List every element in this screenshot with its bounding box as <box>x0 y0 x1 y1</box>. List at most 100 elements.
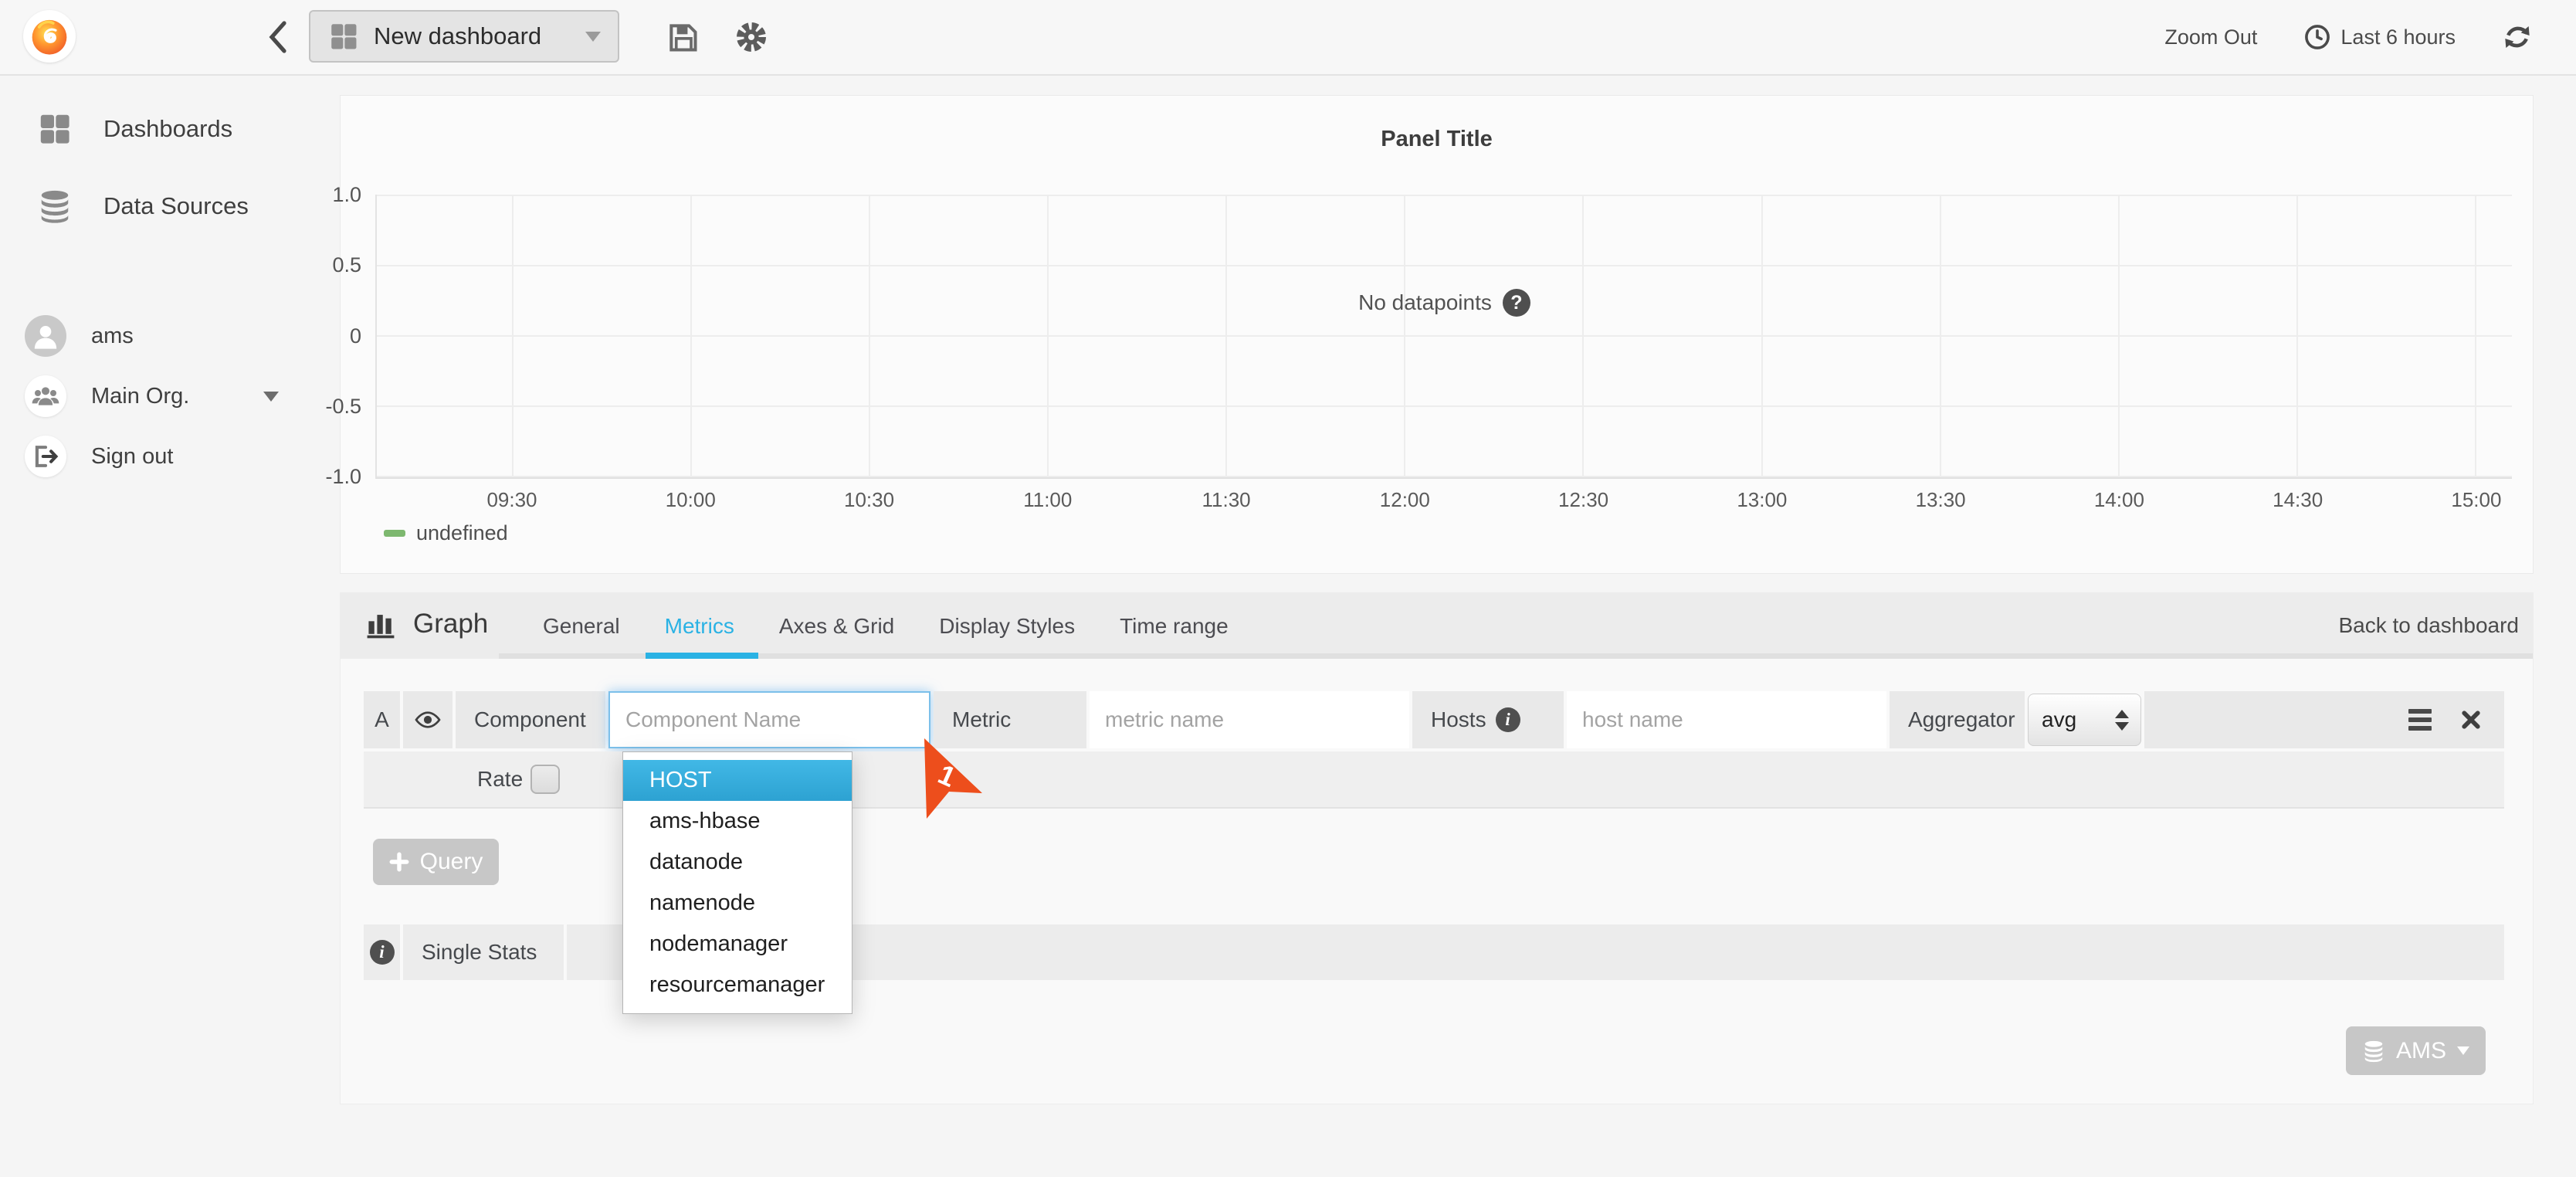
add-query-label: Query <box>420 849 483 875</box>
time-range-label: Last 6 hours <box>2340 25 2456 49</box>
gear-icon <box>734 19 769 55</box>
datasource-label: AMS <box>2396 1038 2446 1064</box>
user-icon <box>30 321 61 351</box>
database-icon <box>2362 1040 2385 1063</box>
org-label: Main Org. <box>91 384 189 409</box>
legend-color-dash <box>384 530 405 537</box>
aggregator-label: Aggregator <box>1890 691 2025 748</box>
sidebar-item-label: Data Sources <box>103 192 249 220</box>
users-icon <box>30 381 61 412</box>
query-row-actions <box>2144 691 2504 748</box>
dropdown-option-namenode[interactable]: namenode <box>623 883 852 924</box>
floppy-icon <box>666 20 700 54</box>
dropdown-option-ams-hbase[interactable]: ams-hbase <box>623 801 852 842</box>
back-chevron-icon[interactable] <box>264 19 290 56</box>
plot-area: 1.0 0.5 0 -0.5 -1.0 09:30 10:00 10:30 11… <box>375 195 2512 479</box>
host-name-input[interactable] <box>1567 691 1886 748</box>
grid-icon <box>327 20 360 53</box>
tab-axes-grid[interactable]: Axes & Grid <box>779 614 894 639</box>
graph-panel: Panel Title 1.0 0.5 0 -0.5 -1.0 09:30 10… <box>340 95 2534 574</box>
avatar <box>25 315 66 357</box>
legend-item[interactable]: undefined <box>384 521 508 545</box>
refresh-button[interactable] <box>2502 22 2533 53</box>
rate-label: Rate <box>477 751 523 807</box>
annotation-arrow-marker: 1 <box>916 732 990 823</box>
hosts-label-cell: Hosts i <box>1412 691 1564 748</box>
sidebar-item-dashboards[interactable]: Dashboards <box>37 111 232 147</box>
dropdown-option-datanode[interactable]: datanode <box>623 842 852 883</box>
tab-time-range[interactable]: Time range <box>1120 614 1229 639</box>
sidebar-item-label: Dashboards <box>103 115 232 143</box>
tab-display-styles[interactable]: Display Styles <box>939 614 1075 639</box>
sign-out-circle <box>25 436 66 477</box>
add-query-button[interactable]: Query <box>373 839 499 885</box>
dashboard-title-button[interactable]: New dashboard <box>309 10 619 63</box>
top-header: New dashboard Zoom Out <box>0 0 2576 76</box>
tab-metrics[interactable]: Metrics <box>665 614 734 639</box>
info-icon: i <box>370 940 395 965</box>
component-label: Component <box>456 691 605 748</box>
question-icon: ? <box>1503 289 1530 317</box>
grafana-flame-icon <box>27 14 72 59</box>
active-tab-underline <box>646 653 758 659</box>
panel-type-header: Graph <box>364 607 488 641</box>
editor-tabs: General Metrics Axes & Grid Display Styl… <box>543 593 1229 659</box>
refresh-icon <box>2502 22 2533 53</box>
hosts-label: Hosts <box>1431 707 1486 732</box>
query-row: A Component Metric Hosts i Aggregator av… <box>364 691 2504 748</box>
sidebar-item-data-sources[interactable]: Data Sources <box>37 188 249 224</box>
sidebar-org-switcher[interactable]: Main Org. <box>25 375 279 417</box>
save-button[interactable] <box>666 20 700 54</box>
back-to-dashboard-link[interactable]: Back to dashboard <box>2339 613 2520 638</box>
sidebar-user[interactable]: ams <box>25 315 134 357</box>
editor-tabstrip: Graph General Metrics Axes & Grid Displa… <box>341 593 2533 659</box>
tab-general[interactable]: General <box>543 614 620 639</box>
clock-icon <box>2303 23 2331 51</box>
dropdown-option-resourcemanager[interactable]: resourcemanager <box>623 965 852 1006</box>
single-stats-label: Single Stats <box>403 924 564 980</box>
dashboard-title: New dashboard <box>374 22 541 50</box>
bar-chart-icon <box>364 607 398 641</box>
eye-icon <box>414 706 442 734</box>
single-stats-filler <box>567 924 2504 980</box>
grafana-logo[interactable] <box>23 10 76 63</box>
sign-out-label: Sign out <box>91 444 173 470</box>
sidebar-sign-out[interactable]: Sign out <box>25 436 173 477</box>
select-stepper-icon <box>2115 710 2129 731</box>
aggregator-value: avg <box>2042 707 2076 732</box>
remove-query-icon[interactable] <box>2459 708 2483 731</box>
panel-type-label: Graph <box>413 609 488 639</box>
vertical-gridlines <box>512 195 2476 477</box>
sign-out-icon <box>31 442 60 471</box>
zoom-out-button[interactable]: Zoom Out <box>2164 25 2257 49</box>
info-icon: i <box>1496 707 1520 732</box>
org-icon-circle <box>25 375 66 417</box>
component-typeahead-dropdown: HOST ams-hbase datanode namenode nodeman… <box>622 751 852 1014</box>
user-name: ams <box>91 324 134 349</box>
panel-title[interactable]: Panel Title <box>341 127 2533 152</box>
metric-name-input[interactable] <box>1090 691 1409 748</box>
settings-button[interactable] <box>734 19 769 55</box>
dropdown-option-nodemanager[interactable]: nodemanager <box>623 924 852 965</box>
tab-track <box>499 653 2533 659</box>
component-name-input[interactable] <box>608 691 930 748</box>
query-ref-id: A <box>364 691 400 748</box>
chevron-down-icon <box>2457 1046 2469 1055</box>
rate-checkbox[interactable] <box>530 765 560 794</box>
grid-icon <box>37 111 73 147</box>
query-menu-icon[interactable] <box>2408 709 2432 731</box>
time-range-picker[interactable]: Last 6 hours <box>2303 23 2456 51</box>
chevron-down-icon <box>585 32 601 42</box>
dropdown-option-host[interactable]: HOST <box>623 760 852 801</box>
y-axis-labels: 1.0 0.5 0 -0.5 -1.0 <box>276 183 361 489</box>
database-icon <box>37 188 73 224</box>
legend-label: undefined <box>416 521 508 545</box>
toggle-visibility-cell[interactable] <box>403 691 452 748</box>
no-datapoints-message: No datapoints ? <box>377 289 2512 317</box>
single-stats-info-cell: i <box>364 924 400 980</box>
x-axis-labels: 09:30 10:00 10:30 11:00 11:30 12:00 12:3… <box>469 488 2519 512</box>
aggregator-select[interactable]: avg <box>2028 694 2141 746</box>
grafana-app: New dashboard Zoom Out <box>0 0 2576 1177</box>
datasource-button[interactable]: AMS <box>2346 1026 2486 1075</box>
plus-icon <box>389 852 409 872</box>
